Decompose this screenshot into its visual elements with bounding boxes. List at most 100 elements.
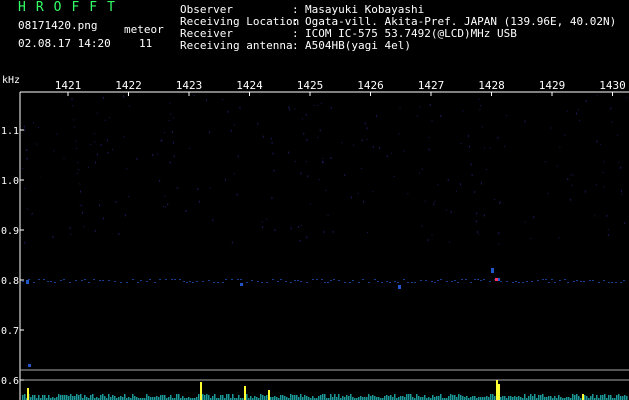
carrier-dot <box>545 279 547 280</box>
echo-blip <box>398 285 401 289</box>
activity-bar <box>226 394 228 400</box>
y-tick-label: 0.8 <box>1 276 19 287</box>
noise-speck <box>398 133 400 135</box>
activity-bar <box>472 396 474 400</box>
activity-bar <box>42 395 44 400</box>
activity-bar <box>374 396 376 400</box>
carrier-dot <box>257 281 259 282</box>
carrier-dot <box>22 281 24 282</box>
noise-speck <box>38 126 40 128</box>
noise-speck <box>556 165 558 167</box>
noise-speck <box>102 217 104 220</box>
noise-speck <box>386 155 388 158</box>
carrier-dot <box>306 282 308 283</box>
meteor-spike <box>496 380 498 400</box>
carrier-dot <box>620 282 622 283</box>
noise-speck <box>620 190 622 193</box>
activity-bar <box>530 394 532 400</box>
activity-bar <box>64 395 66 400</box>
carrier-dot <box>518 282 520 283</box>
noise-speck <box>115 201 117 204</box>
carrier-dot <box>300 281 302 282</box>
noise-speck <box>429 103 431 106</box>
carrier-dot <box>171 279 173 280</box>
noise-speck <box>602 172 604 174</box>
noise-speck <box>212 219 214 222</box>
noise-speck <box>165 206 167 208</box>
noise-speck <box>332 230 334 233</box>
carrier-dot <box>542 279 544 280</box>
activity-bar <box>534 394 536 400</box>
noise-speck <box>460 142 462 144</box>
x-tick-label: 1423 <box>176 79 203 92</box>
activity-bar <box>372 395 374 400</box>
noise-speck <box>52 235 54 238</box>
noise-speck <box>160 140 162 142</box>
activity-bar <box>466 396 468 400</box>
activity-bar <box>368 394 370 400</box>
noise-speck <box>300 224 302 226</box>
activity-bar <box>386 395 388 400</box>
carrier-dot <box>297 280 299 281</box>
noise-speck <box>266 218 268 220</box>
activity-bar <box>410 394 412 400</box>
activity-bar <box>198 394 200 400</box>
x-tick-label: 1424 <box>236 79 263 92</box>
carrier-dot <box>154 282 156 283</box>
noise-speck <box>603 186 605 188</box>
noise-speck <box>533 216 535 219</box>
activity-bar <box>148 396 150 400</box>
noise-speck <box>53 150 55 152</box>
x-tick-label: 1429 <box>539 79 566 92</box>
noise-speck <box>100 143 102 146</box>
noise-speck <box>239 106 241 109</box>
noise-speck <box>301 118 303 120</box>
noise-speck <box>261 226 263 229</box>
noise-speck <box>227 110 229 113</box>
noise-speck <box>575 112 577 115</box>
meteor-spike <box>582 394 584 400</box>
noise-speck <box>578 109 580 111</box>
noise-speck <box>32 212 34 214</box>
noise-speck <box>596 140 598 143</box>
noise-speck <box>262 135 264 138</box>
carrier-dot <box>114 281 116 282</box>
carrier-dot <box>414 282 416 283</box>
noise-speck <box>305 113 307 116</box>
activity-bar <box>38 395 40 400</box>
carrier-dot <box>294 280 296 281</box>
activity-bar <box>324 394 326 400</box>
noise-speck <box>169 161 171 164</box>
activity-bar <box>170 395 172 400</box>
activity-bar <box>474 396 476 400</box>
noise-speck <box>26 157 28 160</box>
noise-speck <box>570 174 572 176</box>
carrier-dot <box>515 281 517 282</box>
activity-bar <box>558 395 560 400</box>
carrier-dot <box>321 279 323 280</box>
activity-bar <box>502 396 504 400</box>
y-unit-label: kHz <box>2 75 20 86</box>
carrier-dot <box>583 281 585 282</box>
echo-blip <box>28 364 31 367</box>
activity-bar <box>320 395 322 400</box>
noise-speck <box>300 172 302 175</box>
noise-speck <box>500 201 502 203</box>
carrier-dot <box>411 282 413 283</box>
noise-speck <box>167 203 169 206</box>
noise-speck <box>544 161 546 163</box>
activity-bar <box>388 396 390 400</box>
activity-bar <box>586 396 588 400</box>
activity-bar <box>266 395 268 400</box>
y-tick-label: 0.9 <box>1 226 19 237</box>
carrier-dot <box>407 282 409 283</box>
noise-speck <box>524 121 526 123</box>
activity-bar <box>626 396 628 400</box>
noise-speck <box>318 179 320 181</box>
carrier-dot <box>237 279 239 280</box>
activity-bar <box>348 396 350 400</box>
carrier-dot <box>470 282 472 283</box>
activity-bar <box>432 395 434 400</box>
noise-speck <box>303 132 305 135</box>
x-tick-label: 1421 <box>55 79 82 92</box>
